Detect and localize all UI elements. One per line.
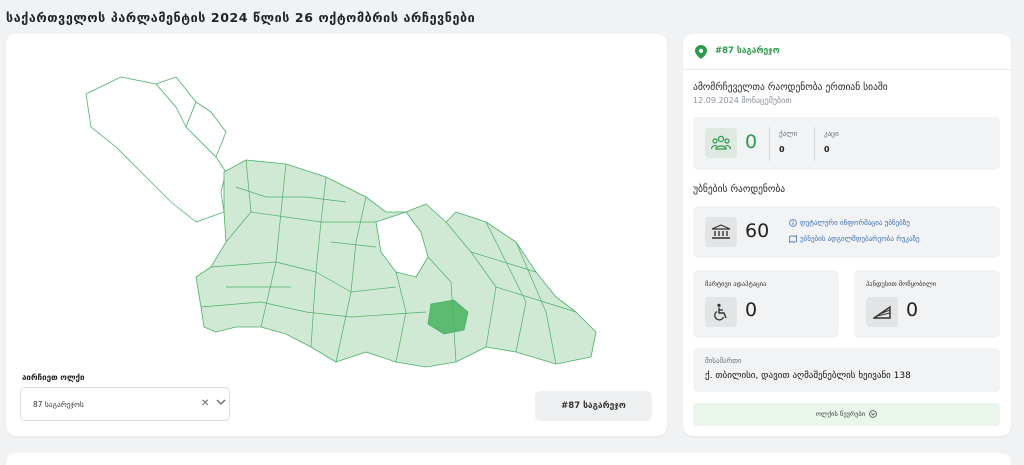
info-icon	[789, 219, 797, 227]
pandus-value: 0	[906, 299, 919, 321]
georgia-districts-map[interactable]	[76, 72, 611, 372]
voters-box: 0 ქალი 0 კაცი 0	[693, 117, 1000, 170]
district-members-button[interactable]: ოლქის წევრები	[693, 403, 1000, 426]
address-value: ქ. თბილისი, დავით აღმაშენებლის ხეივანი 1…	[705, 371, 911, 381]
pandus-label: პანდუსით მოწყობილი	[866, 280, 937, 288]
map-region-abkhazia	[85, 76, 227, 223]
address-box: მისამართი ქ. თბილისი, დავით აღმაშენებლის…	[693, 348, 1000, 392]
map-card: აირჩიეთ ოლქი 87 საგარეჯოს ✕ #87 საგარეჯო	[6, 34, 667, 436]
voters-date: 12.09.2024 მონაცემებით	[693, 96, 792, 105]
district-members-label: ოლქის წევრები	[815, 410, 866, 418]
ramp-box: მარტივი ადაპტაცია 0	[693, 270, 839, 338]
district-select-value: 87 საგარეჯოს	[33, 400, 84, 409]
district-select-label: აირჩიეთ ოლქი	[22, 373, 85, 382]
male-label: კაცი	[824, 130, 839, 138]
ramp-label: მარტივი ადაპტაცია	[705, 280, 767, 288]
people-icon	[705, 128, 737, 158]
chevron-down-icon[interactable]	[215, 396, 227, 408]
voters-title: ამომრჩეველთა რაოდენობა ერთიან სიაში	[693, 82, 888, 93]
male-value: 0	[824, 145, 830, 154]
chevron-down-circle-icon	[869, 410, 878, 418]
detailed-info-link[interactable]: დეტალური ინფორმაცია უბნებზე	[789, 219, 910, 227]
district-select[interactable]: 87 საგარეჯოს ✕	[20, 387, 230, 421]
precincts-map-link[interactable]: უბნების ადგილმდებარეობა რუკაზე	[789, 235, 920, 243]
district-info-card: #87 საგარეჯო ამომრჩეველთა რაოდენობა ერთი…	[683, 34, 1011, 436]
map-icon	[789, 235, 797, 243]
divider	[814, 127, 815, 161]
precincts-title: უბნების რაოდენობა	[693, 184, 786, 195]
address-label: მისამართი	[705, 357, 742, 365]
page-title: საქართველოს პარლამენტის 2024 წლის 26 ოქტ…	[6, 10, 476, 25]
ramp-icon	[866, 297, 898, 327]
pandus-box: პანდუსით მოწყობილი 0	[854, 270, 1000, 338]
female-value: 0	[779, 145, 785, 154]
precincts-map-link-label: უბნების ადგილმდებარეობა რუკაზე	[800, 235, 920, 243]
building-icon	[705, 217, 737, 247]
bottom-card	[6, 453, 1011, 465]
precincts-value: 60	[745, 220, 770, 242]
map-pin-icon	[695, 45, 707, 59]
close-icon[interactable]: ✕	[201, 398, 209, 409]
district-button[interactable]: #87 საგარეჯო	[535, 391, 652, 421]
district-badge: #87 საგარეჯო	[715, 46, 780, 56]
detailed-info-link-label: დეტალური ინფორმაცია უბნებზე	[800, 219, 910, 227]
ramp-value: 0	[745, 299, 758, 321]
divider	[769, 127, 770, 161]
female-label: ქალი	[779, 130, 798, 138]
precincts-box: 60 დეტალური ინფორმაცია უბნებზე უბნების ა…	[693, 206, 1000, 258]
voters-total: 0	[745, 131, 758, 153]
wheelchair-icon	[705, 297, 737, 327]
district-header: #87 საგარეჯო	[683, 34, 1011, 70]
